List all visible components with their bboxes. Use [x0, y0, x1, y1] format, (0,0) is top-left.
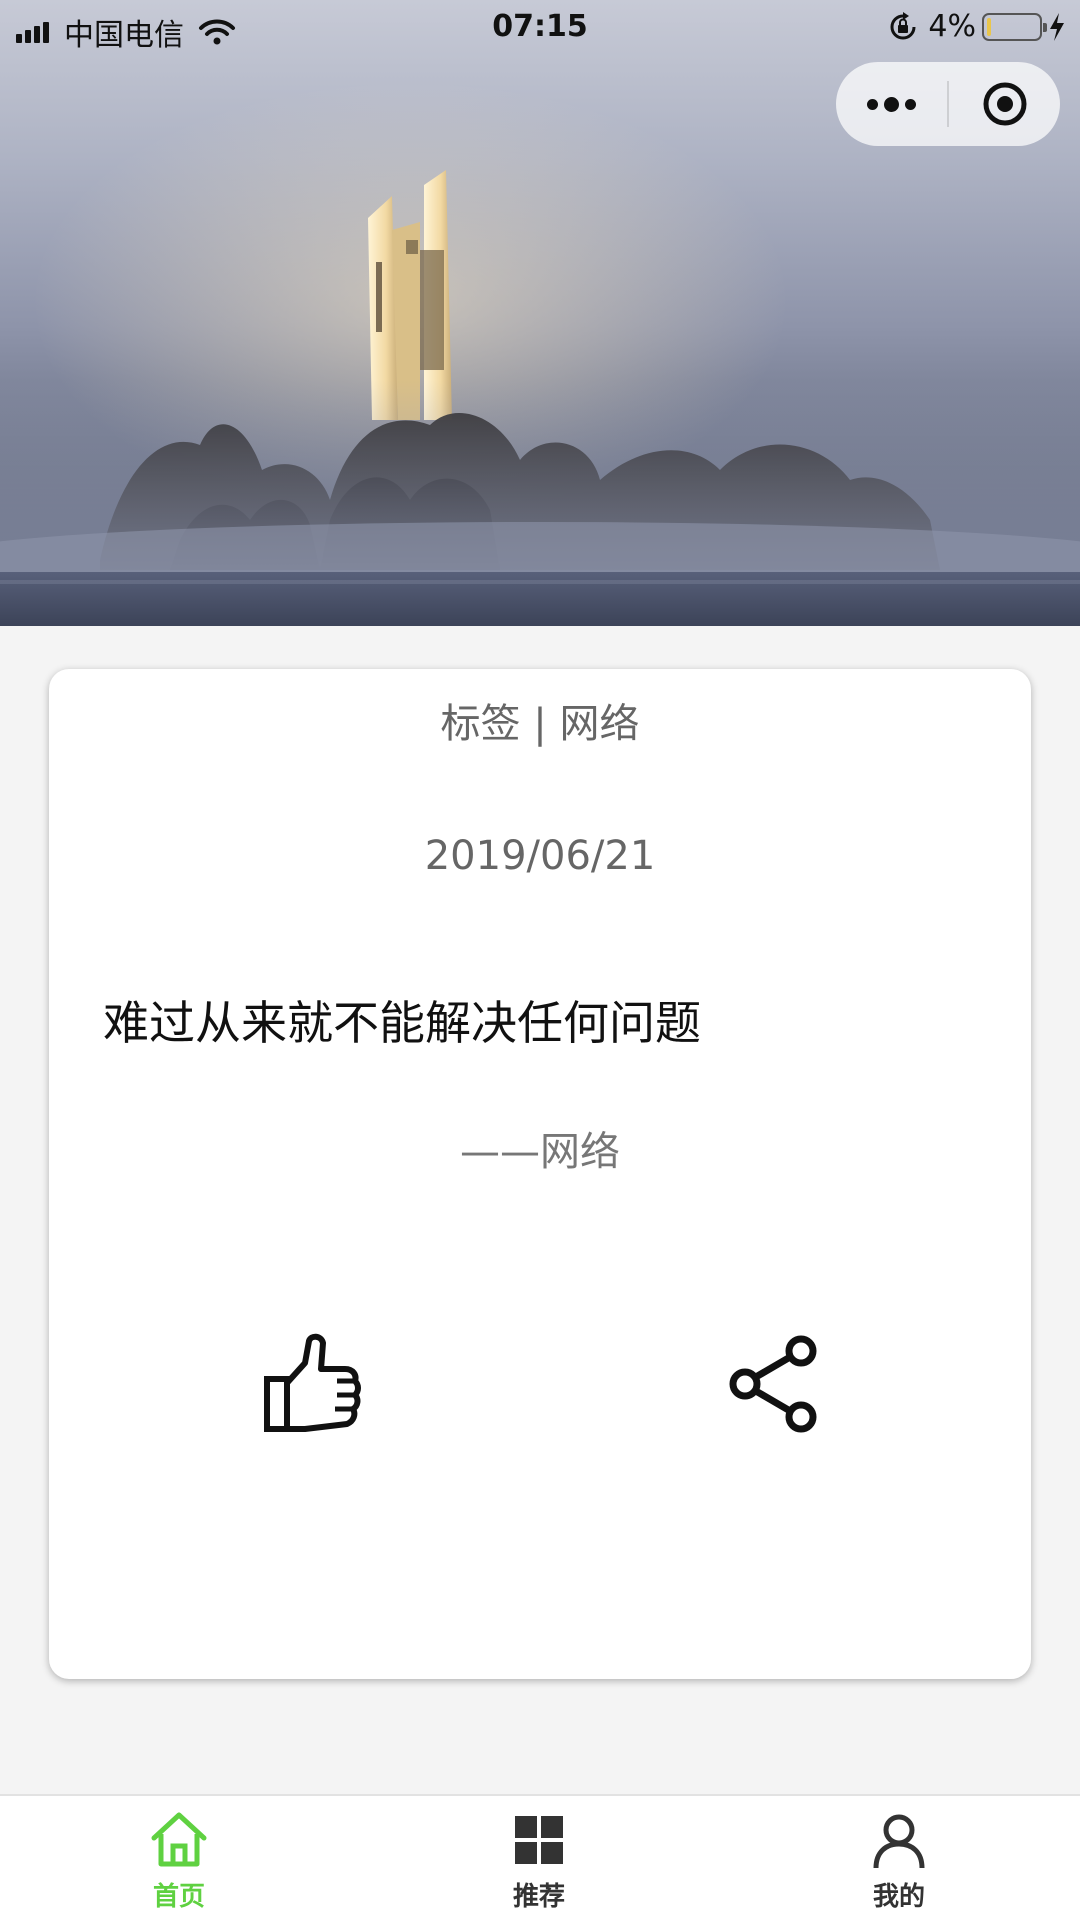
tab-bar: 首页 推荐 我的 [0, 1794, 1080, 1920]
share-icon [729, 1335, 817, 1433]
capsule-menu [836, 62, 1060, 146]
rotation-lock-icon [890, 11, 916, 39]
tag-label: 标签 | 网络 [440, 701, 640, 747]
battery-level [987, 17, 991, 36]
charging-icon [1050, 12, 1064, 41]
quote-text: 难过从来就不能解决任何问题 [103, 996, 701, 1050]
tab-recommend[interactable]: 推荐 [439, 1796, 639, 1920]
thumbs-up-icon [264, 1333, 361, 1432]
more-button[interactable] [836, 62, 947, 146]
battery-icon [982, 12, 1047, 41]
user-icon [873, 1814, 925, 1869]
tab-recommend-label: 推荐 [512, 1882, 565, 1912]
like-button[interactable] [259, 1329, 369, 1439]
home-icon [151, 1812, 207, 1867]
battery-percent: 4% [928, 9, 976, 44]
quote-card: 标签 | 网络 2019/06/21 难过从来就不能解决任何问题 ——网络 [49, 669, 1031, 1679]
quote-author: ——网络 [460, 1129, 620, 1175]
grid-icon [515, 1816, 563, 1864]
screen: 中国电信 07:15 4% 标签 | 网络 2019/06/21 难过从来就不能… [0, 0, 1080, 1920]
close-button[interactable] [949, 62, 1060, 146]
status-right: 4% [888, 9, 1066, 44]
status-bar: 中国电信 07:15 4% [0, 0, 1080, 54]
tab-mine[interactable]: 我的 [799, 1796, 999, 1920]
more-dots-icon [864, 96, 919, 112]
tab-mine-label: 我的 [872, 1882, 925, 1912]
share-button[interactable] [725, 1329, 825, 1439]
tab-home[interactable]: 首页 [79, 1796, 279, 1920]
close-target-icon [983, 82, 1026, 126]
quote-date: 2019/06/21 [424, 833, 656, 879]
tab-home-label: 首页 [152, 1882, 205, 1912]
